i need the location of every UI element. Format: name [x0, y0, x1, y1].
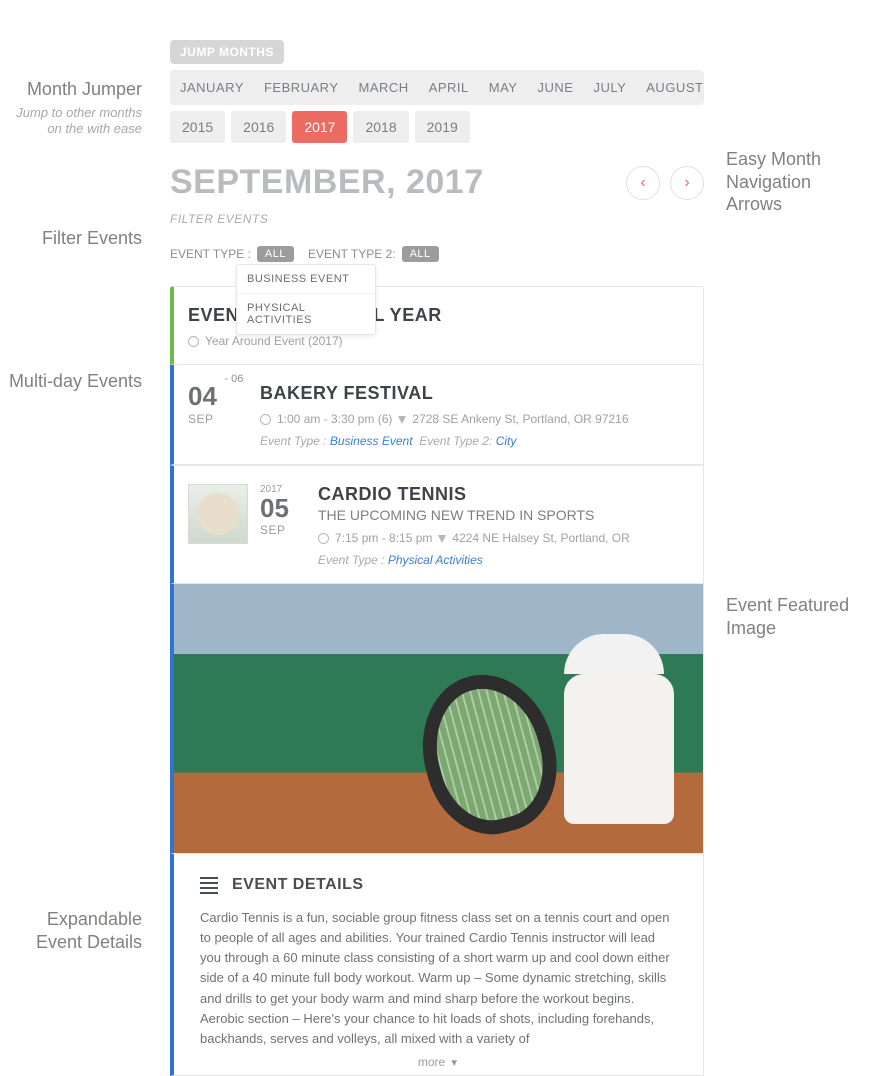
event-bakery[interactable]: 04 - 06 SEP BAKERY FESTIVAL 1:00 am - 3:…: [170, 365, 704, 465]
month-jan[interactable]: JANUARY: [170, 70, 254, 105]
month-jumper-row: JANUARY FEBRUARY MARCH APRIL MAY JUNE JU…: [170, 70, 704, 105]
month-aug[interactable]: AUGUST: [636, 70, 704, 105]
event1-time: 1:00 am - 3:30 pm (6): [277, 412, 392, 426]
event1-month: SEP: [188, 412, 248, 426]
chevron-left-icon: ‹: [640, 174, 645, 192]
event-details-box: EVENT DETAILS Cardio Tennis is a fun, so…: [170, 854, 704, 1076]
month-feb[interactable]: FEBRUARY: [254, 70, 349, 105]
filter-type2-label: EVENT TYPE 2:: [308, 247, 396, 261]
filter-type1-dropdown: BUSINESS EVENT PHYSICAL ACTIVITIES: [236, 264, 376, 335]
year-2015[interactable]: 2015: [170, 111, 225, 143]
event-details-heading: EVENT DETAILS: [232, 876, 364, 894]
annot-expandable: Expandable Event Details: [0, 908, 142, 953]
annot-easy-nav: Easy Month Navigation Arrows: [726, 148, 866, 216]
month-apr[interactable]: APRIL: [419, 70, 479, 105]
next-month-button[interactable]: ›: [670, 166, 704, 200]
annot-month-jumper: Month Jumper: [0, 78, 142, 101]
chevron-right-icon: ›: [684, 174, 689, 192]
event2-time: 7:15 pm - 8:15 pm: [335, 531, 432, 545]
event1-title: BAKERY FESTIVAL: [260, 383, 689, 404]
event1-day-end: - 06: [224, 373, 243, 385]
year-2019[interactable]: 2019: [415, 111, 470, 143]
month-jun[interactable]: JUNE: [527, 70, 583, 105]
month-may[interactable]: MAY: [479, 70, 528, 105]
filter-type2-value[interactable]: ALL: [402, 246, 439, 262]
list-icon: [200, 877, 218, 894]
annot-month-jumper-sub: Jump to other months on the with ease: [0, 105, 142, 138]
annot-multi-day: Multi-day Events: [0, 370, 142, 393]
jump-months-button[interactable]: JUMP MONTHS: [170, 40, 284, 64]
dropdown-item-physical[interactable]: PHYSICAL ACTIVITIES: [237, 293, 375, 334]
event1-type2[interactable]: City: [496, 434, 517, 448]
map-pin-icon: [438, 535, 446, 543]
event1-type-label: Event Type :: [260, 434, 326, 448]
event1-type2-label: Event Type 2:: [419, 434, 492, 448]
event2-month: SEP: [260, 523, 306, 537]
map-pin-icon: [398, 416, 406, 424]
dropdown-item-business[interactable]: BUSINESS EVENT: [237, 265, 375, 293]
clock-icon: [260, 414, 271, 425]
prev-month-button[interactable]: ‹: [626, 166, 660, 200]
event-cardio[interactable]: 2017 05 SEP CARDIO TENNIS THE UPCOMING N…: [170, 465, 704, 584]
chevron-down-icon: ▼: [449, 1058, 459, 1069]
clock-icon: [318, 533, 329, 544]
year-2017[interactable]: 2017: [292, 111, 347, 143]
event-details-body: Cardio Tennis is a fun, sociable group f…: [200, 908, 677, 1049]
filter-events-label: FILTER EVENTS: [170, 212, 704, 226]
event1-location: 2728 SE Ankeny St, Portland, OR 97216: [412, 412, 628, 426]
event2-location: 4224 NE Halsey St, Portland, OR: [452, 531, 629, 545]
event2-thumbnail: [188, 484, 248, 544]
event-year-sub: Year Around Event (2017): [205, 334, 343, 348]
page-title: SEPTEMBER, 2017: [170, 163, 484, 202]
year-jumper-row: 2015 2016 2017 2018 2019: [170, 111, 704, 143]
month-mar[interactable]: MARCH: [349, 70, 419, 105]
event2-day: 05: [260, 495, 306, 521]
event2-title: CARDIO TENNIS: [318, 484, 689, 505]
event-featured-image: [170, 584, 704, 854]
year-2016[interactable]: 2016: [231, 111, 286, 143]
filter-type1-value[interactable]: ALL: [257, 246, 294, 262]
tennis-player-illustration: [424, 614, 684, 844]
annot-filter-events: Filter Events: [0, 227, 142, 250]
annot-featured-image: Event Featured Image: [726, 594, 876, 639]
filter-type1-label: EVENT TYPE :: [170, 247, 251, 261]
event-details-more[interactable]: more▼: [174, 1055, 703, 1069]
event2-type[interactable]: Physical Activities: [388, 553, 483, 567]
event1-day: 04: [188, 381, 217, 411]
year-2018[interactable]: 2018: [353, 111, 408, 143]
filters-row: EVENT TYPE : ALL EVENT TYPE 2: ALL BUSIN…: [170, 246, 704, 262]
clock-icon: [188, 336, 199, 347]
event2-type-label: Event Type :: [318, 553, 384, 567]
event2-subtitle: THE UPCOMING NEW TREND IN SPORTS: [318, 507, 689, 523]
event1-type[interactable]: Business Event: [330, 434, 413, 448]
month-jul[interactable]: JULY: [583, 70, 636, 105]
